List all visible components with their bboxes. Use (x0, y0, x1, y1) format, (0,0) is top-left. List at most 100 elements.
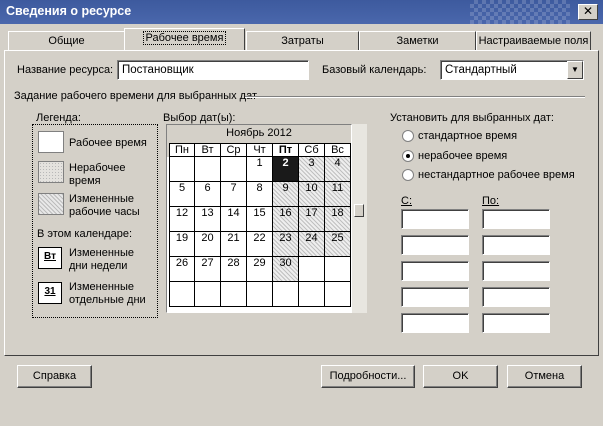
window-title: Сведения о ресурсе (6, 4, 132, 18)
calendar-day[interactable]: 30 (273, 257, 299, 282)
calendar-day[interactable]: 12 (169, 207, 195, 232)
to-time-field[interactable] (482, 287, 550, 307)
calendar-day[interactable]: 22 (247, 232, 273, 257)
calendar-month: Ноябрь 2012 (226, 127, 292, 139)
edited-weekday-icon: Вт (38, 247, 62, 269)
to-time-field[interactable] (482, 261, 550, 281)
nonworking-time-swatch (38, 161, 64, 183)
calendar-day[interactable]: 13 (195, 207, 221, 232)
calendar-day[interactable]: 5 (169, 182, 195, 207)
calendar-empty-cell (247, 282, 273, 307)
calendar-empty-cell (195, 282, 221, 307)
weekday-header[interactable]: Вт (195, 143, 221, 157)
calendar-day[interactable]: 21 (221, 232, 247, 257)
from-time-field[interactable] (401, 287, 469, 307)
calendar-day[interactable]: 1 (247, 157, 273, 182)
calendar-day[interactable]: 23 (273, 232, 299, 257)
to-time-field[interactable] (482, 209, 550, 229)
calendar-scrollbar[interactable] (352, 124, 367, 313)
tab-notes[interactable]: Заметки (359, 31, 476, 50)
calendar-day[interactable]: 27 (195, 257, 221, 282)
legend-edited-weekdays-label: Измененные дни недели (69, 247, 134, 272)
calendar-day[interactable]: 18 (325, 207, 351, 232)
calendar-day[interactable]: 26 (169, 257, 195, 282)
calendar-empty-cell (169, 157, 195, 182)
radio-nonworking[interactable] (402, 150, 414, 162)
weekday-header[interactable]: Сб (299, 143, 325, 157)
working-time-swatch (38, 131, 64, 153)
weekday-header[interactable]: Ср (221, 143, 247, 157)
radio-standard[interactable] (402, 130, 414, 142)
calendar-empty-cell (299, 257, 325, 282)
calendar-day[interactable]: 2 (273, 157, 299, 182)
calendar-empty-cell (169, 282, 195, 307)
calendar-day[interactable]: 9 (273, 182, 299, 207)
weekday-header[interactable]: Пн (169, 143, 195, 157)
calendar-day[interactable]: 10 (299, 182, 325, 207)
close-button[interactable]: ✕ (578, 4, 598, 20)
details-button[interactable]: Подробности... (321, 365, 415, 388)
set-dates-title: Установить для выбранных дат: (390, 112, 554, 124)
calendar-day[interactable]: 29 (247, 257, 273, 282)
tab-custom-fields[interactable]: Настраиваемые поля (476, 31, 591, 50)
calendar-day[interactable]: 25 (325, 232, 351, 257)
to-label: По: (482, 195, 500, 207)
to-time-field[interactable] (482, 235, 550, 255)
scrollbar-thumb[interactable] (354, 204, 364, 217)
legend-edited-label: Измененные рабочие часы (69, 193, 140, 218)
calendar-day[interactable]: 19 (169, 232, 195, 257)
legend-nonworking-label: Нерабочее время (69, 162, 126, 187)
calendar-empty-cell (299, 282, 325, 307)
calendar-day[interactable]: 4 (325, 157, 351, 182)
tab-general[interactable]: Общие (8, 31, 125, 50)
calendar-day[interactable]: 8 (247, 182, 273, 207)
from-label: С: (401, 195, 412, 207)
from-time-field[interactable] (401, 313, 469, 333)
calendar-empty-cell (221, 157, 247, 182)
edited-hours-swatch (38, 193, 64, 215)
calendar-day[interactable]: 28 (221, 257, 247, 282)
radio-nonworking-label[interactable]: нерабочее время (418, 150, 507, 162)
calendar-day[interactable]: 7 (221, 182, 247, 207)
calendar-day[interactable]: 17 (299, 207, 325, 232)
calendar-empty-cell (325, 282, 351, 307)
weekday-header[interactable]: Вс (325, 143, 351, 157)
radio-standard-label[interactable]: стандартное время (418, 130, 517, 142)
legend-title: Легенда: (36, 112, 81, 124)
legend-working-label: Рабочее время (69, 137, 147, 149)
group-title: Задание рабочего времени для выбранных д… (14, 90, 258, 102)
radio-custom[interactable] (402, 169, 414, 181)
weekday-header[interactable]: Пт (273, 143, 299, 157)
help-button[interactable]: Справка (17, 365, 92, 388)
to-time-field[interactable] (482, 313, 550, 333)
edited-day-icon: 31 (38, 282, 62, 304)
cancel-button[interactable]: Отмена (507, 365, 582, 388)
calendar-day[interactable]: 24 (299, 232, 325, 257)
calendar-day[interactable]: 6 (195, 182, 221, 207)
calendar-empty-cell (325, 257, 351, 282)
from-time-field[interactable] (401, 209, 469, 229)
tab-working-time[interactable]: Рабочее время (124, 28, 245, 50)
resource-name-input[interactable]: Постановщик (117, 60, 309, 80)
calendar-day[interactable]: 20 (195, 232, 221, 257)
from-time-field[interactable] (401, 261, 469, 281)
calendar-empty-cell (273, 282, 299, 307)
tab-costs[interactable]: Затраты (246, 31, 359, 50)
calendar-day[interactable]: 3 (299, 157, 325, 182)
calendar-label: Выбор дат(ы): (163, 112, 236, 124)
base-calendar-value: Стандартный (445, 64, 517, 76)
ok-button[interactable]: OK (423, 365, 498, 388)
weekday-header[interactable]: Чт (247, 143, 273, 157)
from-time-field[interactable] (401, 235, 469, 255)
resource-name-label: Название ресурса: (17, 64, 114, 76)
title-bar-decoration (470, 0, 570, 24)
calendar-empty-cell (221, 282, 247, 307)
calendar-day[interactable]: 16 (273, 207, 299, 232)
calendar-day[interactable]: 11 (325, 182, 351, 207)
calendar[interactable]: Ноябрь 2012 Пн Вт Ср Чт Пт Сб Вс 1 2 3 4 5 6 7 8 9 10 11 1… (166, 124, 352, 313)
chevron-down-icon[interactable]: ▼ (567, 61, 583, 79)
radio-custom-label[interactable]: нестандартное рабочее время (418, 169, 575, 181)
base-calendar-select[interactable]: Стандартный (440, 60, 584, 80)
calendar-day[interactable]: 14 (221, 207, 247, 232)
calendar-day[interactable]: 15 (247, 207, 273, 232)
